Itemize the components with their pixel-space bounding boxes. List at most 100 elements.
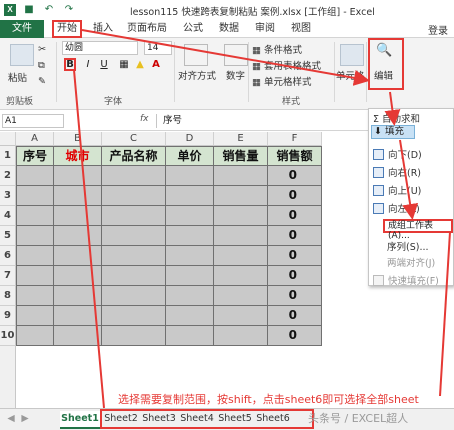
- sign-in-link[interactable]: 登录: [428, 22, 448, 37]
- tab-view[interactable]: 视图: [286, 20, 316, 38]
- number-format-icon[interactable]: [224, 44, 248, 66]
- paste-button[interactable]: 粘贴: [8, 70, 27, 84]
- col-header-b[interactable]: B: [54, 132, 102, 146]
- sales-value-cell[interactable]: 0: [268, 266, 322, 286]
- row-header[interactable]: 3: [0, 186, 16, 206]
- table-cell[interactable]: [16, 326, 54, 346]
- alignment-icon[interactable]: [184, 44, 208, 66]
- table-cell[interactable]: [54, 166, 102, 186]
- table-cell[interactable]: [166, 286, 214, 306]
- table-cell[interactable]: [54, 206, 102, 226]
- table-cell[interactable]: [16, 166, 54, 186]
- tab-page-layout[interactable]: 页面布局: [124, 20, 170, 38]
- fill-up-item[interactable]: 向上(U): [373, 183, 421, 197]
- justify-item[interactable]: 两端对齐(J): [387, 255, 435, 269]
- format-as-table-button[interactable]: ▦ 套用表格格式: [252, 58, 321, 72]
- number-button[interactable]: 数字: [226, 68, 245, 82]
- row-header[interactable]: 10: [0, 326, 16, 346]
- format-painter-icon[interactable]: ✎: [38, 76, 46, 87]
- table-cell[interactable]: [54, 246, 102, 266]
- col-header-f[interactable]: F: [268, 132, 322, 146]
- tab-home[interactable]: 开始: [52, 20, 82, 38]
- col-header-a[interactable]: A: [16, 132, 54, 146]
- tab-data[interactable]: 数据: [214, 20, 244, 38]
- table-header-cell[interactable]: 销售额: [268, 146, 322, 166]
- table-cell[interactable]: [16, 226, 54, 246]
- scroll-left-icon[interactable]: ◀: [4, 411, 18, 429]
- table-header-cell[interactable]: 单价: [166, 146, 214, 166]
- undo-icon[interactable]: ↶: [42, 4, 56, 16]
- cells-button[interactable]: 单元格: [336, 68, 365, 82]
- underline-button[interactable]: U: [98, 58, 110, 71]
- row-header[interactable]: 1: [0, 146, 16, 166]
- table-cell[interactable]: [54, 266, 102, 286]
- sales-value-cell[interactable]: 0: [268, 166, 322, 186]
- tab-formulas[interactable]: 公式: [178, 20, 208, 38]
- table-cell[interactable]: [102, 326, 166, 346]
- table-cell[interactable]: [166, 226, 214, 246]
- table-cell[interactable]: [54, 286, 102, 306]
- table-cell[interactable]: [214, 186, 268, 206]
- font-color-icon[interactable]: A: [150, 58, 162, 71]
- flash-fill-item[interactable]: 快速填充(F): [373, 273, 439, 287]
- fill-down-item[interactable]: 向下(D): [373, 147, 422, 161]
- table-cell[interactable]: [166, 166, 214, 186]
- table-cell[interactable]: [102, 266, 166, 286]
- table-cell[interactable]: [16, 286, 54, 306]
- table-cell[interactable]: [214, 286, 268, 306]
- table-cell[interactable]: [54, 186, 102, 206]
- tab-review[interactable]: 审阅: [250, 20, 280, 38]
- table-cell[interactable]: [166, 246, 214, 266]
- table-cell[interactable]: [54, 326, 102, 346]
- sheet-tab[interactable]: Sheet1: [60, 411, 100, 429]
- paste-icon[interactable]: [10, 44, 34, 66]
- name-box[interactable]: A1: [2, 114, 64, 128]
- cut-icon[interactable]: ✂: [38, 44, 46, 55]
- copy-icon[interactable]: ⧉: [38, 60, 45, 71]
- table-cell[interactable]: [214, 226, 268, 246]
- fx-icon[interactable]: fx: [140, 114, 149, 124]
- save-icon[interactable]: ■: [22, 4, 36, 16]
- col-header-c[interactable]: C: [102, 132, 166, 146]
- row-header[interactable]: 9: [0, 306, 16, 326]
- table-cell[interactable]: [166, 266, 214, 286]
- row-header[interactable]: 2: [0, 166, 16, 186]
- table-cell[interactable]: [102, 286, 166, 306]
- redo-icon[interactable]: ↷: [62, 4, 76, 16]
- italic-button[interactable]: I: [82, 58, 94, 71]
- row-header[interactable]: 6: [0, 246, 16, 266]
- table-cell[interactable]: [166, 186, 214, 206]
- table-cell[interactable]: [214, 246, 268, 266]
- borders-icon[interactable]: ▦: [118, 58, 130, 71]
- table-cell[interactable]: [54, 306, 102, 326]
- fill-series-item[interactable]: 序列(S)...: [387, 239, 429, 253]
- sales-value-cell[interactable]: 0: [268, 306, 322, 326]
- row-header[interactable]: 7: [0, 266, 16, 286]
- table-cell[interactable]: [166, 206, 214, 226]
- col-header-d[interactable]: D: [166, 132, 214, 146]
- sales-value-cell[interactable]: 0: [268, 246, 322, 266]
- tab-insert[interactable]: 插入: [88, 20, 118, 38]
- alignment-button[interactable]: 对齐方式: [178, 68, 216, 82]
- sales-value-cell[interactable]: 0: [268, 226, 322, 246]
- table-cell[interactable]: [102, 226, 166, 246]
- table-cell[interactable]: [16, 186, 54, 206]
- table-cell[interactable]: [214, 266, 268, 286]
- table-header-cell[interactable]: 销售量: [214, 146, 268, 166]
- fill-color-icon[interactable]: ▲: [134, 58, 146, 71]
- table-cell[interactable]: [102, 166, 166, 186]
- sales-value-cell[interactable]: 0: [268, 206, 322, 226]
- table-cell[interactable]: [214, 206, 268, 226]
- cell-styles-button[interactable]: ▦ 单元格样式: [252, 74, 312, 88]
- table-header-cell[interactable]: 产品名称: [102, 146, 166, 166]
- sales-value-cell[interactable]: 0: [268, 286, 322, 306]
- table-cell[interactable]: [214, 326, 268, 346]
- table-header-cell[interactable]: 序号: [16, 146, 54, 166]
- select-all-corner[interactable]: [0, 132, 16, 146]
- table-cell[interactable]: [16, 306, 54, 326]
- table-cell[interactable]: [166, 326, 214, 346]
- table-cell[interactable]: [16, 246, 54, 266]
- table-cell[interactable]: [166, 306, 214, 326]
- row-header[interactable]: 4: [0, 206, 16, 226]
- row-header[interactable]: 8: [0, 286, 16, 306]
